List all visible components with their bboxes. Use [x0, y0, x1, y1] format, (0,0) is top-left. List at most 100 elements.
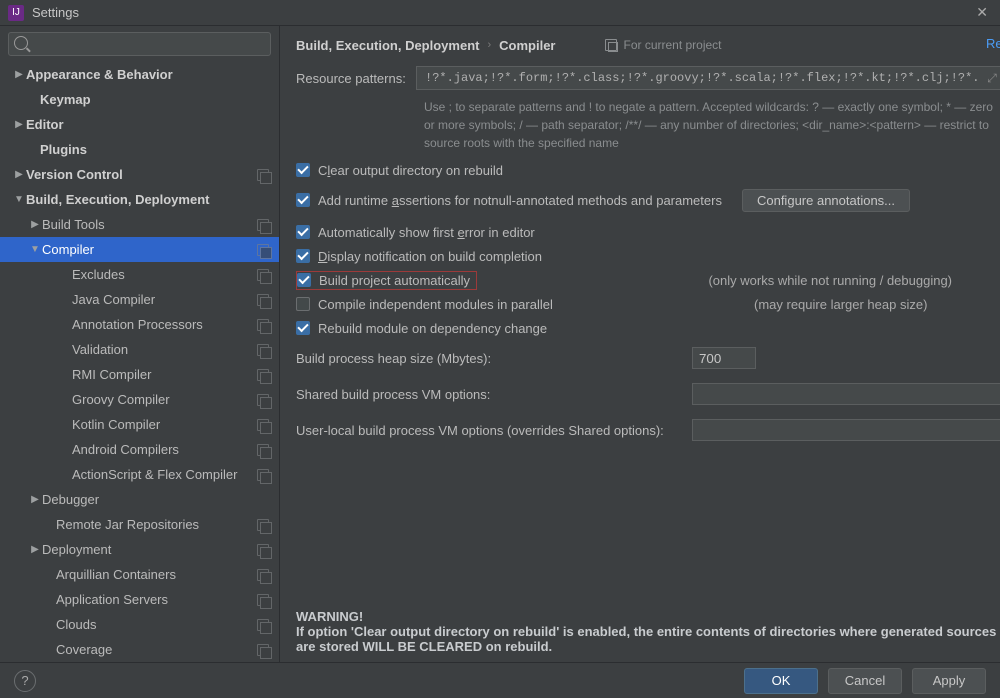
- configure-annotations-button[interactable]: Configure annotations...: [742, 189, 910, 212]
- window-title: Settings: [32, 5, 79, 20]
- tree-item[interactable]: Annotation Processors: [0, 312, 279, 337]
- heap-size-input[interactable]: [692, 347, 756, 369]
- build-automatically-checkbox[interactable]: [297, 273, 311, 287]
- tree-item-label: Plugins: [40, 142, 269, 157]
- settings-tree[interactable]: ▶Appearance & BehaviorKeymap▶EditorPlugi…: [0, 62, 279, 662]
- tree-item[interactable]: ▶Build Tools: [0, 212, 279, 237]
- help-button[interactable]: ?: [14, 670, 36, 692]
- warning-heading: WARNING!: [296, 609, 1000, 624]
- chevron-right-icon[interactable]: ▶: [28, 494, 42, 505]
- clear-output-label[interactable]: Clear output directory on rebuild: [318, 163, 503, 178]
- clear-output-checkbox[interactable]: [296, 163, 310, 177]
- expand-icon[interactable]: ⤢: [984, 70, 1000, 86]
- tree-item-label: Build, Execution, Deployment: [26, 192, 269, 207]
- rebuild-on-dependency-label[interactable]: Rebuild module on dependency change: [318, 321, 547, 336]
- tree-item[interactable]: ▼Build, Execution, Deployment: [0, 187, 279, 212]
- tree-item-label: Annotation Processors: [72, 317, 251, 332]
- per-project-icon: [257, 244, 269, 256]
- resource-patterns-help: Use ; to separate patterns and ! to nega…: [424, 98, 1000, 152]
- chevron-right-icon[interactable]: ▶: [28, 544, 42, 555]
- tree-item-label: Java Compiler: [72, 292, 251, 307]
- tree-item[interactable]: ▶Appearance & Behavior: [0, 62, 279, 87]
- tree-item[interactable]: ▼Compiler: [0, 237, 279, 262]
- show-first-error-label[interactable]: Automatically show first error in editor: [318, 225, 535, 240]
- tree-item[interactable]: Coverage: [0, 637, 279, 662]
- tree-item[interactable]: ▶Editor: [0, 112, 279, 137]
- tree-item-label: Appearance & Behavior: [26, 67, 269, 82]
- settings-sidebar: ▶Appearance & BehaviorKeymap▶EditorPlugi…: [0, 26, 280, 662]
- tree-item[interactable]: Groovy Compiler: [0, 387, 279, 412]
- tree-item[interactable]: Plugins: [0, 137, 279, 162]
- copy-icon: [605, 39, 617, 51]
- tree-item[interactable]: ▶Version Control: [0, 162, 279, 187]
- tree-item[interactable]: Excludes: [0, 262, 279, 287]
- tree-item[interactable]: Validation: [0, 337, 279, 362]
- per-project-icon: [257, 269, 269, 281]
- tree-item[interactable]: Application Servers: [0, 587, 279, 612]
- tree-item-label: Application Servers: [56, 592, 251, 607]
- chevron-right-icon[interactable]: ▶: [12, 69, 26, 80]
- tree-item[interactable]: Clouds: [0, 612, 279, 637]
- chevron-right-icon[interactable]: ▶: [12, 169, 26, 180]
- per-project-icon: [257, 644, 269, 656]
- local-vm-options-input[interactable]: [692, 419, 1000, 441]
- shared-vm-options-label: Shared build process VM options:: [296, 387, 692, 402]
- build-automatically-note: (only works while not running / debuggin…: [708, 273, 1000, 288]
- show-first-error-checkbox[interactable]: [296, 225, 310, 239]
- tree-item[interactable]: Kotlin Compiler: [0, 412, 279, 437]
- tree-item-label: Keymap: [40, 92, 269, 107]
- per-project-icon: [257, 169, 269, 181]
- tree-item-label: Build Tools: [42, 217, 251, 232]
- cancel-button[interactable]: Cancel: [828, 668, 902, 694]
- chevron-down-icon[interactable]: ▼: [12, 194, 26, 205]
- tree-item[interactable]: Keymap: [0, 87, 279, 112]
- tree-item-label: ActionScript & Flex Compiler: [72, 467, 251, 482]
- reset-link[interactable]: Reset: [986, 36, 1000, 51]
- app-icon: IJ: [8, 5, 24, 21]
- per-project-icon: [257, 619, 269, 631]
- close-icon[interactable]: ✕: [972, 4, 992, 21]
- tree-item[interactable]: ▶Debugger: [0, 487, 279, 512]
- chevron-down-icon[interactable]: ▼: [28, 244, 42, 255]
- settings-main: Build, Execution, Deployment › Compiler …: [280, 26, 1000, 662]
- per-project-icon: [257, 469, 269, 481]
- build-automatically-label[interactable]: Build project automatically: [319, 273, 470, 288]
- tree-item-label: Debugger: [42, 492, 269, 507]
- tree-item-label: Android Compilers: [72, 442, 251, 457]
- per-project-icon: [257, 594, 269, 606]
- resource-patterns-label: Resource patterns:: [296, 71, 416, 86]
- apply-button[interactable]: Apply: [912, 668, 986, 694]
- display-notification-label[interactable]: Display notification on build completion: [318, 249, 542, 264]
- tree-item[interactable]: Remote Jar Repositories: [0, 512, 279, 537]
- breadcrumb-root[interactable]: Build, Execution, Deployment: [296, 38, 479, 53]
- project-scope-indicator: For current project: [605, 38, 721, 52]
- shared-vm-options-input[interactable]: [692, 383, 1000, 405]
- chevron-right-icon[interactable]: ▶: [12, 119, 26, 130]
- dialog-footer: ? OK Cancel Apply: [0, 662, 1000, 698]
- tree-item-label: Arquillian Containers: [56, 567, 251, 582]
- compile-parallel-label[interactable]: Compile independent modules in parallel: [318, 297, 553, 312]
- tree-item[interactable]: Java Compiler: [0, 287, 279, 312]
- tree-item[interactable]: ▶Deployment: [0, 537, 279, 562]
- tree-item[interactable]: Arquillian Containers: [0, 562, 279, 587]
- chevron-right-icon[interactable]: ▶: [28, 219, 42, 230]
- rebuild-on-dependency-checkbox[interactable]: [296, 321, 310, 335]
- tree-item-label: RMI Compiler: [72, 367, 251, 382]
- compile-parallel-checkbox[interactable]: [296, 297, 310, 311]
- per-project-icon: [257, 444, 269, 456]
- title-bar: IJ Settings ✕: [0, 0, 1000, 26]
- warning-panel: WARNING! If option 'Clear output directo…: [296, 599, 1000, 654]
- per-project-icon: [257, 544, 269, 556]
- per-project-icon: [257, 569, 269, 581]
- runtime-assertions-label[interactable]: Add runtime assertions for notnull-annot…: [318, 193, 722, 208]
- resource-patterns-input[interactable]: [416, 66, 1000, 90]
- tree-item-label: Editor: [26, 117, 269, 132]
- runtime-assertions-checkbox[interactable]: [296, 193, 310, 207]
- ok-button[interactable]: OK: [744, 668, 818, 694]
- tree-item[interactable]: RMI Compiler: [0, 362, 279, 387]
- search-input[interactable]: [8, 32, 271, 56]
- tree-item[interactable]: ActionScript & Flex Compiler: [0, 462, 279, 487]
- tree-item[interactable]: Android Compilers: [0, 437, 279, 462]
- search-icon: [14, 36, 28, 50]
- display-notification-checkbox[interactable]: [296, 249, 310, 263]
